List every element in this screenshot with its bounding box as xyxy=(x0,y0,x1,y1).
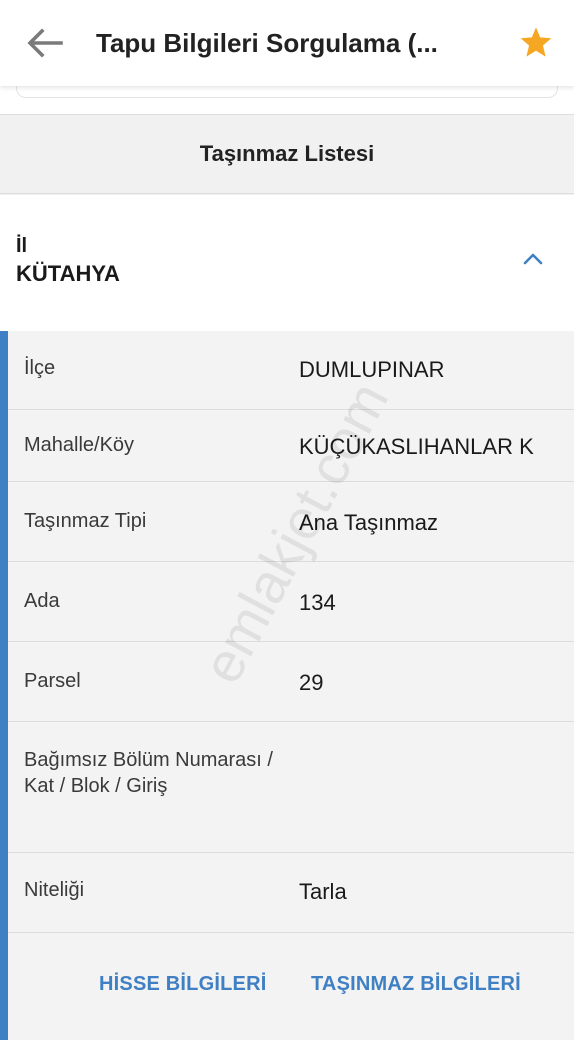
detail-label: Parsel xyxy=(24,670,81,692)
back-button[interactable] xyxy=(22,20,68,66)
property-details: İlçe DUMLUPINAR Mahalle/Köy KÜÇÜKASLIHAN… xyxy=(0,331,574,1040)
detail-value: KÜÇÜKASLIHANLAR K xyxy=(299,434,534,459)
province-value: KÜTAHYA xyxy=(16,261,120,286)
detail-value: 29 xyxy=(299,670,324,695)
app-screen: Tapu Bilgileri Sorgulama (... Taşınmaz L… xyxy=(0,0,574,1040)
star-icon xyxy=(520,27,552,57)
detail-value: Tarla xyxy=(299,879,347,904)
list-header: Taşınmaz Listesi xyxy=(0,114,574,194)
share-info-button[interactable]: HİSSE BİLGİLERİ xyxy=(99,973,266,996)
detail-label: İlçe xyxy=(24,357,56,379)
page-title: Tapu Bilgileri Sorgulama (... xyxy=(96,27,438,58)
detail-row-district: İlçe DUMLUPINAR xyxy=(8,331,574,410)
detail-row-block: Ada 134 xyxy=(8,562,574,642)
detail-label: Ada xyxy=(24,590,60,612)
detail-value: Ana Taşınmaz xyxy=(299,510,439,535)
detail-row-neighborhood: Mahalle/Köy KÜÇÜKASLIHANLAR K xyxy=(8,410,574,482)
previous-card-edge xyxy=(16,86,558,98)
arrow-left-icon xyxy=(27,28,63,58)
detail-label: Taşınmaz Tipi xyxy=(24,510,147,532)
detail-label: Mahalle/Köy xyxy=(24,434,135,456)
detail-row-property-type: Taşınmaz Tipi Ana Taşınmaz xyxy=(8,482,574,562)
app-bar: Tapu Bilgileri Sorgulama (... xyxy=(0,0,574,86)
detail-value: DUMLUPINAR xyxy=(299,357,445,382)
detail-value: 134 xyxy=(299,590,336,615)
chevron-up-icon[interactable] xyxy=(522,251,544,267)
list-title: Taşınmaz Listesi xyxy=(199,141,375,166)
province-label: İl xyxy=(16,235,28,257)
province-accordion-header[interactable]: İl KÜTAHYA xyxy=(0,195,574,331)
detail-row-parcel: Parsel 29 xyxy=(8,642,574,722)
detail-actions: HİSSE BİLGİLERİ TAŞINMAZ BİLGİLERİ xyxy=(8,933,574,1040)
favorite-button[interactable] xyxy=(516,22,556,62)
detail-label: Niteliği xyxy=(24,879,85,901)
detail-row-quality: Niteliği Tarla xyxy=(8,853,574,933)
property-info-button[interactable]: TAŞINMAZ BİLGİLERİ xyxy=(311,973,521,996)
detail-row-independent-unit: Bağımsız Bölüm Numarası / Kat / Blok / G… xyxy=(8,722,574,853)
detail-label: Bağımsız Bölüm Numarası / Kat / Blok / G… xyxy=(24,749,273,797)
